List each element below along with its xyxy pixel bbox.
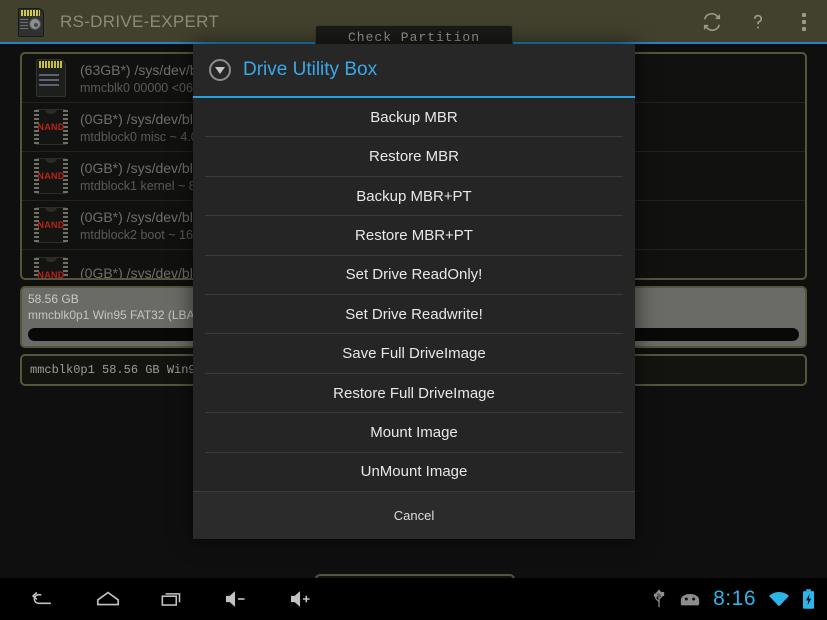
header-actions: [689, 0, 827, 44]
page-title: RS-DRIVE-EXPERT: [60, 12, 220, 31]
menu-item-unmount-image[interactable]: UnMount Image: [205, 453, 623, 491]
menu-item-restore-mbr[interactable]: Restore MBR: [205, 137, 623, 177]
sd-card-icon: [16, 6, 46, 38]
system-navigation-bar: 8:16: [0, 578, 827, 620]
recent-apps-icon[interactable]: [140, 578, 205, 620]
wifi-icon: [768, 590, 790, 608]
nand-icon-label: NAND: [37, 171, 65, 181]
chevron-down-circle-icon[interactable]: [209, 59, 231, 81]
dialog-title: Drive Utility Box: [243, 59, 378, 80]
nand-chip-icon: NAND: [32, 156, 70, 196]
nand-icon-label: NAND: [37, 122, 65, 132]
help-icon[interactable]: [735, 0, 781, 44]
menu-item-restore-mbr-pt[interactable]: Restore MBR+PT: [205, 216, 623, 256]
menu-item-set-drive-readwrite[interactable]: Set Drive Readwrite!: [205, 295, 623, 335]
dialog-cancel-row[interactable]: Cancel: [193, 491, 635, 539]
usb-icon: [651, 589, 667, 609]
screen-root: RS-DRIVE-EXPERT (63GB*) /sys/dev/block m…: [0, 0, 827, 620]
dialog-title-bar: Drive Utility Box: [193, 44, 635, 98]
status-clock: 8:16: [713, 587, 756, 610]
home-icon[interactable]: [75, 578, 140, 620]
overflow-menu-icon[interactable]: [781, 0, 827, 44]
volume-up-icon[interactable]: [270, 578, 335, 620]
menu-item-backup-mbr[interactable]: Backup MBR: [205, 98, 623, 138]
nand-chip-icon: NAND: [32, 107, 70, 147]
menu-item-set-drive-readonly[interactable]: Set Drive ReadOnly!: [205, 256, 623, 296]
menu-item-mount-image[interactable]: Mount Image: [205, 413, 623, 453]
nand-icon-label: NAND: [37, 269, 65, 280]
refresh-icon[interactable]: [689, 0, 735, 44]
nand-chip-icon: NAND: [32, 205, 70, 245]
status-bar-right: 8:16: [651, 578, 827, 620]
volume-down-icon[interactable]: [205, 578, 270, 620]
cancel-button[interactable]: Cancel: [394, 508, 434, 523]
menu-item-backup-mbr-pt[interactable]: Backup MBR+PT: [205, 177, 623, 217]
nand-icon-label: NAND: [37, 220, 65, 230]
android-debug-icon: [679, 591, 701, 607]
dialog-item-list: Backup MBR Restore MBR Backup MBR+PT Res…: [193, 98, 635, 491]
nand-chip-icon: NAND: [32, 255, 70, 280]
drive-utility-dialog: Drive Utility Box Backup MBR Restore MBR…: [193, 44, 635, 539]
menu-item-save-full-driveimage[interactable]: Save Full DriveImage: [205, 334, 623, 374]
menu-item-restore-full-driveimage[interactable]: Restore Full DriveImage: [205, 374, 623, 414]
back-icon[interactable]: [10, 578, 75, 620]
sd-card-icon: [32, 58, 70, 98]
battery-charging-icon: [802, 588, 815, 610]
